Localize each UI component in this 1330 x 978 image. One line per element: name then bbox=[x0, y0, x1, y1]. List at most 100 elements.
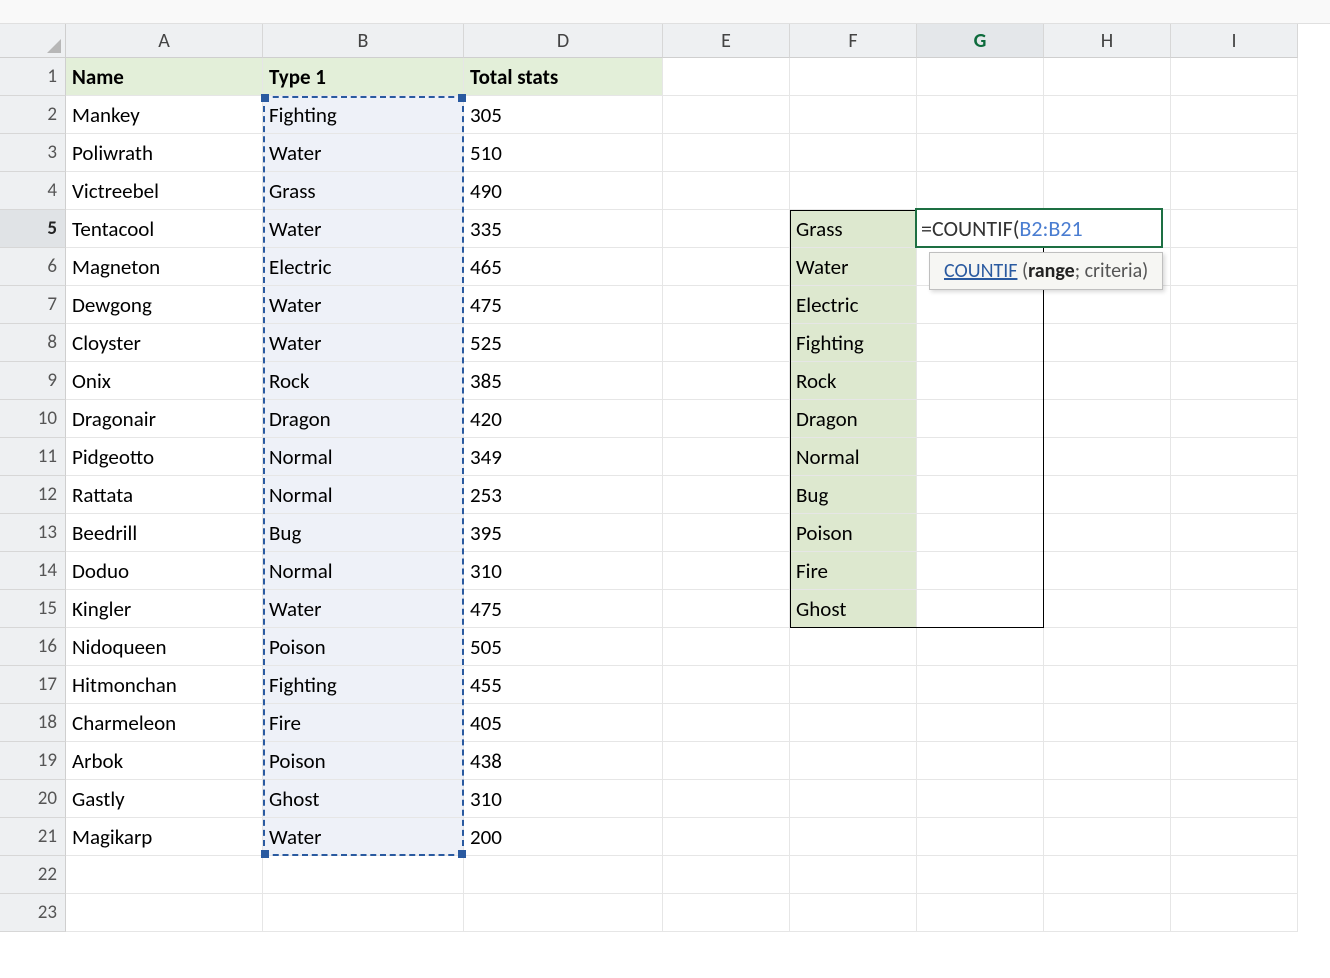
row-header-4[interactable]: 4 bbox=[0, 172, 66, 210]
cell-I23[interactable] bbox=[1171, 894, 1298, 932]
cell-D20[interactable]: 310 bbox=[464, 780, 663, 818]
cell-H8[interactable] bbox=[1044, 324, 1171, 362]
cell-F9[interactable]: Rock bbox=[790, 362, 917, 400]
cell-I4[interactable] bbox=[1171, 172, 1298, 210]
cell-I12[interactable] bbox=[1171, 476, 1298, 514]
cell-A6[interactable]: Magneton bbox=[66, 248, 263, 286]
cell-B18[interactable]: Fire bbox=[263, 704, 464, 742]
cell-H9[interactable] bbox=[1044, 362, 1171, 400]
cell-B5[interactable]: Water bbox=[263, 210, 464, 248]
cell-B2[interactable]: Fighting bbox=[263, 96, 464, 134]
cell-B11[interactable]: Normal bbox=[263, 438, 464, 476]
cell-grid[interactable]: NameType 1Total statsMankeyFighting305Po… bbox=[66, 58, 1298, 932]
cell-G16[interactable] bbox=[917, 628, 1044, 666]
tooltip-fn-link[interactable]: COUNTIF bbox=[944, 259, 1017, 283]
cell-F4[interactable] bbox=[790, 172, 917, 210]
cell-B4[interactable]: Grass bbox=[263, 172, 464, 210]
cell-E17[interactable] bbox=[663, 666, 790, 704]
cell-G15[interactable] bbox=[917, 590, 1044, 628]
cell-D21[interactable]: 200 bbox=[464, 818, 663, 856]
cell-A10[interactable]: Dragonair bbox=[66, 400, 263, 438]
row-header-19[interactable]: 19 bbox=[0, 742, 66, 780]
cell-B23[interactable] bbox=[263, 894, 464, 932]
cell-E9[interactable] bbox=[663, 362, 790, 400]
cell-A11[interactable]: Pidgeotto bbox=[66, 438, 263, 476]
cell-A16[interactable]: Nidoqueen bbox=[66, 628, 263, 666]
row-header-7[interactable]: 7 bbox=[0, 286, 66, 324]
select-all-corner[interactable] bbox=[0, 24, 66, 58]
col-header-F[interactable]: F bbox=[790, 24, 917, 58]
cell-B15[interactable]: Water bbox=[263, 590, 464, 628]
cell-D16[interactable]: 505 bbox=[464, 628, 663, 666]
cell-H10[interactable] bbox=[1044, 400, 1171, 438]
cell-F18[interactable] bbox=[790, 704, 917, 742]
cell-B12[interactable]: Normal bbox=[263, 476, 464, 514]
cell-E19[interactable] bbox=[663, 742, 790, 780]
cell-B14[interactable]: Normal bbox=[263, 552, 464, 590]
cell-F6[interactable]: Water bbox=[790, 248, 917, 286]
cell-E23[interactable] bbox=[663, 894, 790, 932]
cell-D3[interactable]: 510 bbox=[464, 134, 663, 172]
cell-I5[interactable] bbox=[1171, 210, 1298, 248]
cell-B16[interactable]: Poison bbox=[263, 628, 464, 666]
cell-B3[interactable]: Water bbox=[263, 134, 464, 172]
cell-H14[interactable] bbox=[1044, 552, 1171, 590]
row-header-10[interactable]: 10 bbox=[0, 400, 66, 438]
col-header-A[interactable]: A bbox=[66, 24, 263, 58]
cell-I11[interactable] bbox=[1171, 438, 1298, 476]
cell-E13[interactable] bbox=[663, 514, 790, 552]
row-header-13[interactable]: 13 bbox=[0, 514, 66, 552]
cell-A7[interactable]: Dewgong bbox=[66, 286, 263, 324]
cell-E5[interactable] bbox=[663, 210, 790, 248]
cell-H15[interactable] bbox=[1044, 590, 1171, 628]
cell-D6[interactable]: 465 bbox=[464, 248, 663, 286]
cell-A19[interactable]: Arbok bbox=[66, 742, 263, 780]
cell-F17[interactable] bbox=[790, 666, 917, 704]
cell-B19[interactable]: Poison bbox=[263, 742, 464, 780]
cell-G17[interactable] bbox=[917, 666, 1044, 704]
cell-H20[interactable] bbox=[1044, 780, 1171, 818]
row-header-2[interactable]: 2 bbox=[0, 96, 66, 134]
cell-E22[interactable] bbox=[663, 856, 790, 894]
cell-I7[interactable] bbox=[1171, 286, 1298, 324]
cell-H4[interactable] bbox=[1044, 172, 1171, 210]
tooltip-arg2[interactable]: criteria bbox=[1085, 259, 1143, 283]
cell-E20[interactable] bbox=[663, 780, 790, 818]
col-header-G[interactable]: G bbox=[917, 24, 1044, 58]
cell-F21[interactable] bbox=[790, 818, 917, 856]
cell-G22[interactable] bbox=[917, 856, 1044, 894]
cell-E10[interactable] bbox=[663, 400, 790, 438]
cell-A13[interactable]: Beedrill bbox=[66, 514, 263, 552]
cell-I21[interactable] bbox=[1171, 818, 1298, 856]
cell-D23[interactable] bbox=[464, 894, 663, 932]
row-header-22[interactable]: 22 bbox=[0, 856, 66, 894]
cell-B10[interactable]: Dragon bbox=[263, 400, 464, 438]
cell-G21[interactable] bbox=[917, 818, 1044, 856]
cell-F11[interactable]: Normal bbox=[790, 438, 917, 476]
cell-D17[interactable]: 455 bbox=[464, 666, 663, 704]
cell-E14[interactable] bbox=[663, 552, 790, 590]
col-header-D[interactable]: D bbox=[464, 24, 663, 58]
cell-G12[interactable] bbox=[917, 476, 1044, 514]
cell-H2[interactable] bbox=[1044, 96, 1171, 134]
row-header-21[interactable]: 21 bbox=[0, 818, 66, 856]
cell-G9[interactable] bbox=[917, 362, 1044, 400]
row-header-16[interactable]: 16 bbox=[0, 628, 66, 666]
cell-A21[interactable]: Magikarp bbox=[66, 818, 263, 856]
tooltip-arg1[interactable]: range bbox=[1028, 259, 1075, 283]
cell-F2[interactable] bbox=[790, 96, 917, 134]
cell-B20[interactable]: Ghost bbox=[263, 780, 464, 818]
cell-E1[interactable] bbox=[663, 58, 790, 96]
cell-G4[interactable] bbox=[917, 172, 1044, 210]
cell-B21[interactable]: Water bbox=[263, 818, 464, 856]
cell-H18[interactable] bbox=[1044, 704, 1171, 742]
cell-H17[interactable] bbox=[1044, 666, 1171, 704]
cell-A20[interactable]: Gastly bbox=[66, 780, 263, 818]
cell-G23[interactable] bbox=[917, 894, 1044, 932]
spreadsheet[interactable]: ABDEFGHI 1234567891011121314151617181920… bbox=[0, 0, 1330, 978]
row-header-15[interactable]: 15 bbox=[0, 590, 66, 628]
cell-G3[interactable] bbox=[917, 134, 1044, 172]
cell-I14[interactable] bbox=[1171, 552, 1298, 590]
cell-B22[interactable] bbox=[263, 856, 464, 894]
cell-A17[interactable]: Hitmonchan bbox=[66, 666, 263, 704]
